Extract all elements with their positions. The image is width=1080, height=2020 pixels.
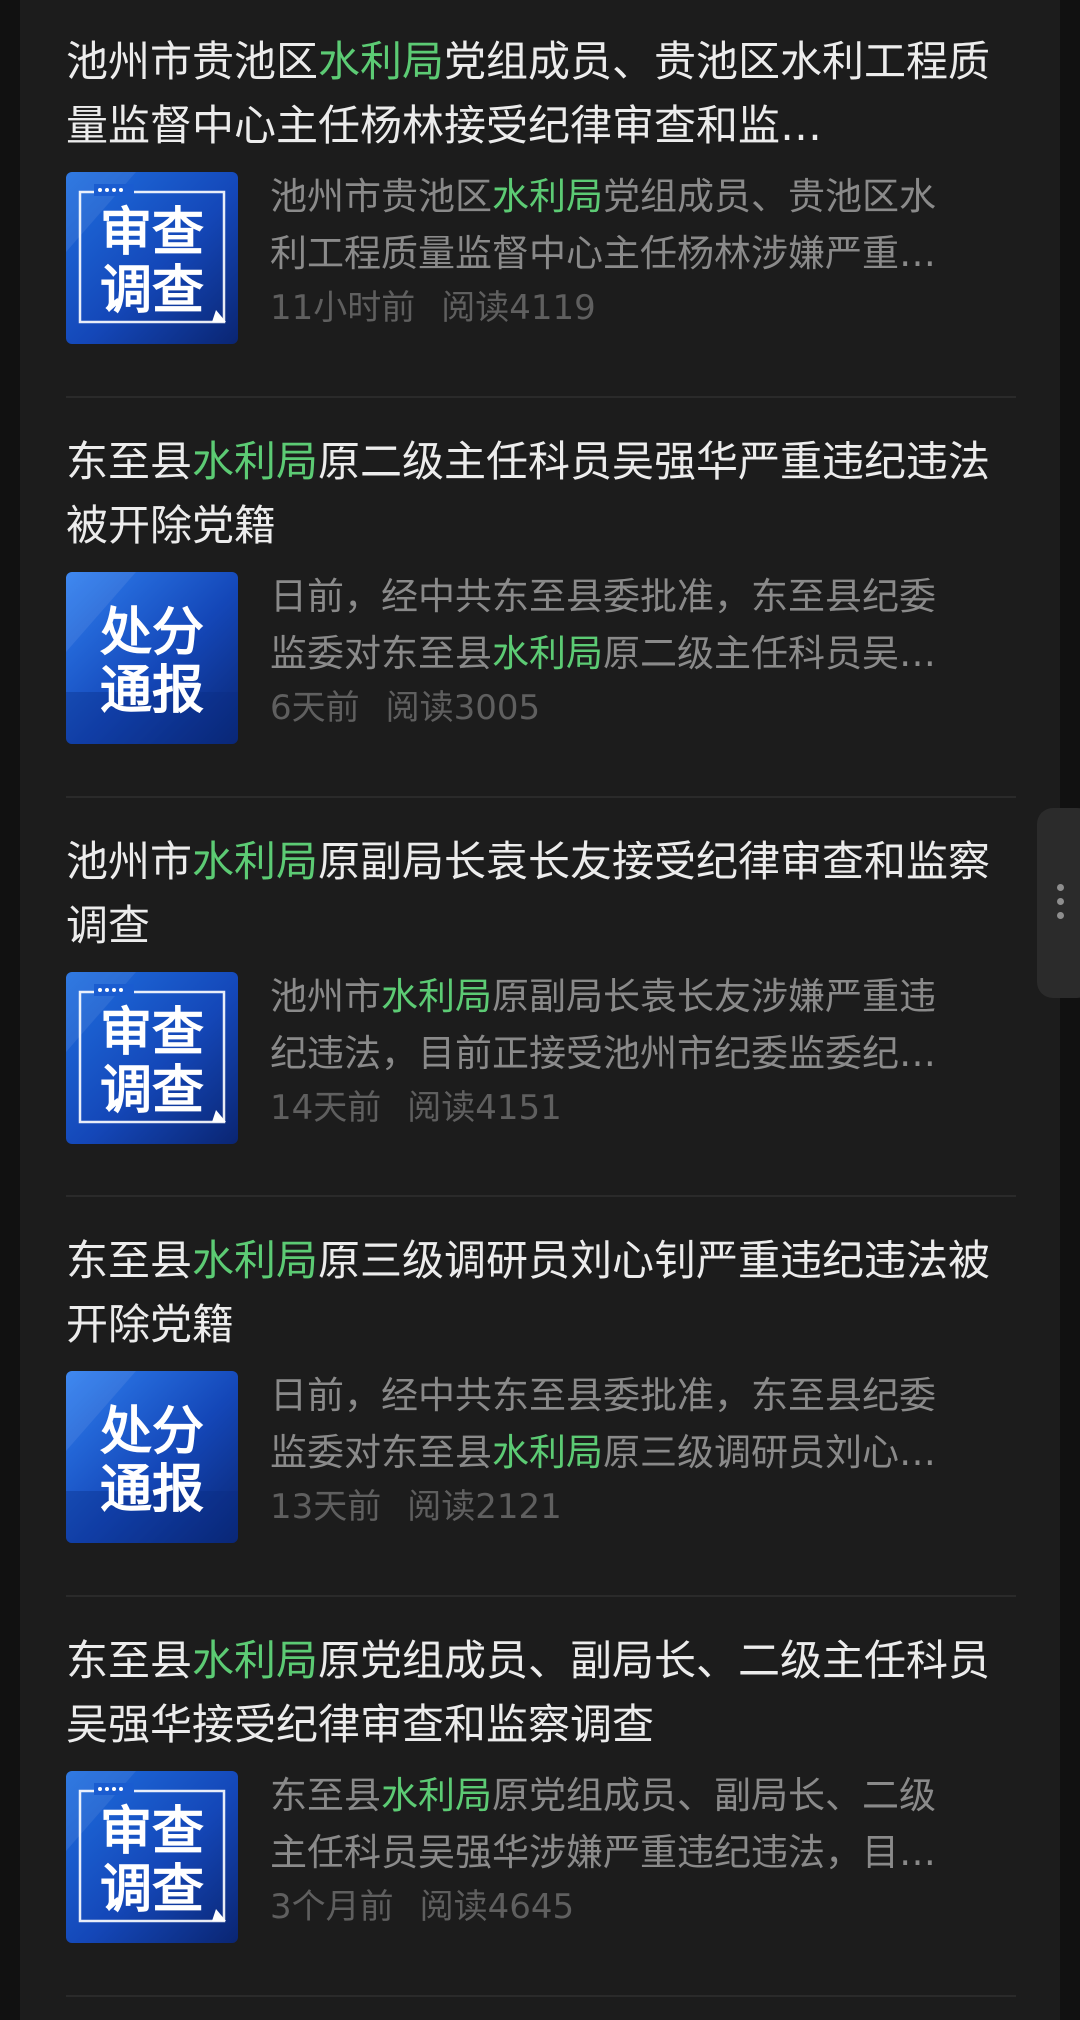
article-meta: 3个月前 阅读4645: [270, 1885, 574, 1929]
article-thumbnail[interactable]: 处分 通报: [66, 572, 238, 744]
divider: [66, 1595, 1016, 1597]
more-vertical-icon: [1057, 884, 1064, 926]
title-keyword-highlight: 水利局: [192, 1236, 319, 1285]
side-drawer-handle[interactable]: [1037, 808, 1080, 998]
snippet-text: 监委对东至县: [270, 1431, 492, 1474]
title-keyword-highlight: 水利局: [192, 837, 319, 886]
snippet-keyword-highlight: 水利局: [381, 1774, 492, 1817]
snippet-text: 原党组成员、副局长、二级: [492, 1774, 936, 1817]
list-item[interactable]: 池州市贵池区水利局党组成员、贵池区水利工程质量监督中心主任杨林接受纪律审查和监…: [66, 30, 1016, 344]
snippet-keyword-highlight: 水利局: [381, 975, 492, 1018]
publish-time: 13天前: [270, 1487, 382, 1527]
title-keyword-highlight: 水利局: [318, 37, 445, 86]
snippet-text: 日前，经中共东至县委批准，东至县纪委: [270, 1374, 936, 1417]
article-snippet: 池州市贵池区水利局党组成员、贵池区水 利工程质量监督中心主任杨林涉嫌严重…: [270, 168, 1016, 282]
snippet-keyword-highlight: 水利局: [492, 1431, 603, 1474]
article-title[interactable]: 池州市贵池区水利局党组成员、贵池区水利工程质量监督中心主任杨林接受纪律审查和监…: [66, 30, 1016, 158]
thumbnail-text: 审查: [100, 1003, 204, 1063]
article-snippet: 池州市水利局原副局长袁长友涉嫌严重违 纪违法，目前正接受池州市纪委监委纪…: [270, 968, 1016, 1082]
snippet-keyword-highlight: 水利局: [492, 175, 603, 218]
article-thumbnail[interactable]: 处分 通报: [66, 1371, 238, 1543]
list-item[interactable]: 东至县水利局原二级主任科员吴强华严重违纪违法被开除党籍 处分 通报 日前，经中共…: [66, 430, 1016, 744]
publish-time: 3个月前: [270, 1887, 394, 1927]
title-text: 东至县: [66, 437, 193, 486]
thumbnail-text: 调查: [100, 261, 204, 321]
read-count: 阅读4151: [407, 1088, 562, 1128]
snippet-text: 利工程质量监督中心主任杨林涉嫌严重…: [270, 232, 936, 275]
thumbnail-text: 审查: [100, 1802, 204, 1862]
article-snippet: 日前，经中共东至县委批准，东至县纪委 监委对东至县水利局原三级调研员刘心…: [270, 1367, 1016, 1481]
thumbnail-text: 调查: [100, 1860, 204, 1920]
divider: [66, 796, 1016, 798]
snippet-text: 原三级调研员刘心…: [603, 1431, 936, 1474]
thumbnail-text: 处分: [100, 1402, 204, 1462]
article-title[interactable]: 东至县水利局原三级调研员刘心钊严重违纪违法被开除党籍: [66, 1229, 1016, 1357]
list-item[interactable]: 池州市水利局原副局长袁长友接受纪律审查和监察调查 审查 调查 池州市水利局原副局…: [66, 830, 1016, 1144]
article-title[interactable]: 东至县水利局原党组成员、副局长、二级主任科员吴强华接受纪律审查和监察调查: [66, 1629, 1016, 1757]
publish-time: 11小时前: [270, 288, 416, 328]
article-meta: 11小时前 阅读4119: [270, 286, 596, 330]
title-text: 东至县: [66, 1236, 193, 1285]
title-keyword-highlight: 水利局: [192, 437, 319, 486]
thumbnail-text: 通报: [100, 661, 204, 721]
snippet-text: 东至县: [270, 1774, 381, 1817]
article-snippet: 日前，经中共东至县委批准，东至县纪委 监委对东至县水利局原二级主任科员吴…: [270, 568, 1016, 682]
divider: [66, 1195, 1016, 1197]
publish-time: 14天前: [270, 1088, 382, 1128]
title-text: 池州市贵池区: [66, 37, 319, 86]
snippet-keyword-highlight: 水利局: [492, 632, 603, 675]
article-title[interactable]: 池州市水利局原副局长袁长友接受纪律审查和监察调查: [66, 830, 1016, 958]
article-thumbnail[interactable]: 审查 调查: [66, 1771, 238, 1943]
publish-time: 6天前: [270, 688, 360, 728]
article-meta: 6天前 阅读3005: [270, 686, 540, 730]
snippet-text: 监委对东至县: [270, 632, 492, 675]
title-text: 东至县: [66, 1636, 193, 1685]
snippet-text: 原副局长袁长友涉嫌严重违: [492, 975, 936, 1018]
snippet-text: 池州市: [270, 975, 381, 1018]
article-snippet: 东至县水利局原党组成员、副局长、二级 主任科员吴强华涉嫌严重违纪违法，目…: [270, 1767, 1016, 1881]
thumbnail-text: 处分: [100, 603, 204, 663]
title-text: 池州市: [66, 837, 193, 886]
read-count: 阅读3005: [385, 688, 541, 728]
article-thumbnail[interactable]: 审查 调查: [66, 972, 238, 1144]
snippet-text: 主任科员吴强华涉嫌严重违纪违法，目…: [270, 1831, 936, 1874]
snippet-text: 纪违法，目前正接受池州市纪委监委纪…: [270, 1032, 936, 1075]
list-item[interactable]: 东至县水利局原党组成员、副局长、二级主任科员吴强华接受纪律审查和监察调查 审查 …: [66, 1629, 1016, 1943]
list-item[interactable]: 东至县水利局原三级调研员刘心钊严重违纪违法被开除党籍 处分 通报 日前，经中共东…: [66, 1229, 1016, 1543]
article-meta: 14天前 阅读4151: [270, 1086, 562, 1130]
read-count: 阅读4645: [419, 1887, 575, 1927]
thumbnail-text: 调查: [100, 1061, 204, 1121]
read-count: 阅读4119: [441, 288, 596, 328]
title-keyword-highlight: 水利局: [192, 1636, 319, 1685]
snippet-text: 日前，经中共东至县委批准，东至县纪委: [270, 575, 936, 618]
thumbnail-text: 审查: [100, 203, 204, 263]
article-thumbnail[interactable]: 审查 调查: [66, 172, 238, 344]
article-title[interactable]: 东至县水利局原二级主任科员吴强华严重违纪违法被开除党籍: [66, 430, 1016, 558]
thumbnail-text: 通报: [100, 1460, 204, 1520]
snippet-text: 池州市贵池区: [270, 175, 492, 218]
article-meta: 13天前 阅读2121: [270, 1485, 562, 1529]
divider: [66, 1995, 1016, 1997]
read-count: 阅读2121: [407, 1487, 562, 1527]
snippet-text: 党组成员、贵池区水: [603, 175, 936, 218]
snippet-text: 原二级主任科员吴…: [603, 632, 936, 675]
divider: [66, 396, 1016, 398]
